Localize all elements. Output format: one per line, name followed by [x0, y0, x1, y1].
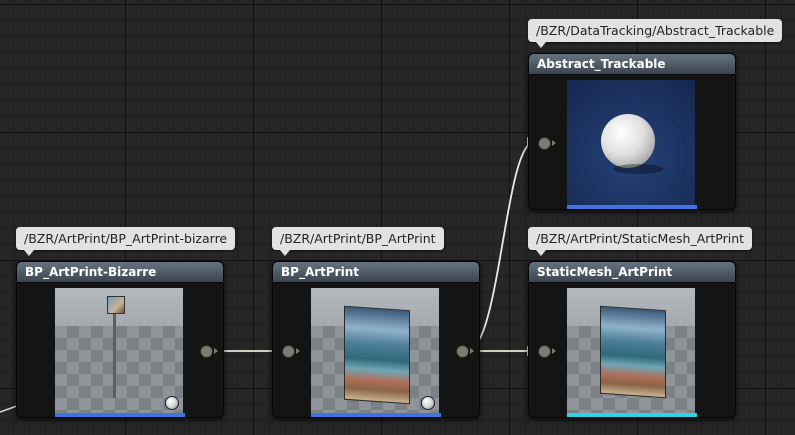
landscape-print-preview	[344, 305, 410, 405]
asset-type-bar	[55, 413, 185, 417]
pole-mesh-preview	[113, 310, 116, 398]
material-sphere-icon	[421, 396, 435, 410]
asset-path-label: /BZR/ArtPrint/BP_ArtPrint	[272, 227, 444, 256]
output-pin[interactable]	[200, 345, 218, 358]
asset-type-bar	[567, 205, 697, 209]
node-thumbnail	[55, 288, 183, 416]
landscape-print-preview	[600, 305, 666, 399]
node-card[interactable]: StaticMesh_ArtPrint	[528, 261, 736, 418]
sphere-preview	[601, 114, 655, 168]
asset-path-label: /BZR/DataTracking/Abstract_Trackable	[528, 19, 783, 48]
node-thumbnail	[567, 288, 695, 416]
node-title: BP_ArtPrint-Bizarre	[17, 262, 223, 283]
input-pin[interactable]	[538, 137, 556, 150]
node-thumbnail	[567, 80, 695, 208]
node-title: BP_ArtPrint	[273, 262, 479, 283]
asset-type-bar	[567, 413, 697, 417]
node-title: StaticMesh_ArtPrint	[529, 262, 735, 283]
node-card[interactable]: Abstract_Trackable	[528, 53, 736, 210]
material-sphere-icon	[165, 396, 179, 410]
asset-path-label: /BZR/ArtPrint/StaticMesh_ArtPrint	[528, 227, 753, 256]
asset-type-bar	[311, 413, 441, 417]
artprint-cube-preview	[107, 296, 125, 314]
input-pin[interactable]	[538, 345, 556, 358]
node-thumbnail	[311, 288, 439, 416]
node-card[interactable]: BP_ArtPrint	[272, 261, 480, 418]
sphere-shadow	[613, 164, 663, 174]
preview-floor	[55, 326, 183, 416]
node-title: Abstract_Trackable	[529, 54, 735, 75]
node-card[interactable]: BP_ArtPrint-Bizarre	[16, 261, 224, 418]
asset-path-label: /BZR/ArtPrint/BP_ArtPrint-bizarre	[16, 227, 236, 256]
output-pin[interactable]	[456, 345, 474, 358]
input-pin[interactable]	[282, 345, 300, 358]
